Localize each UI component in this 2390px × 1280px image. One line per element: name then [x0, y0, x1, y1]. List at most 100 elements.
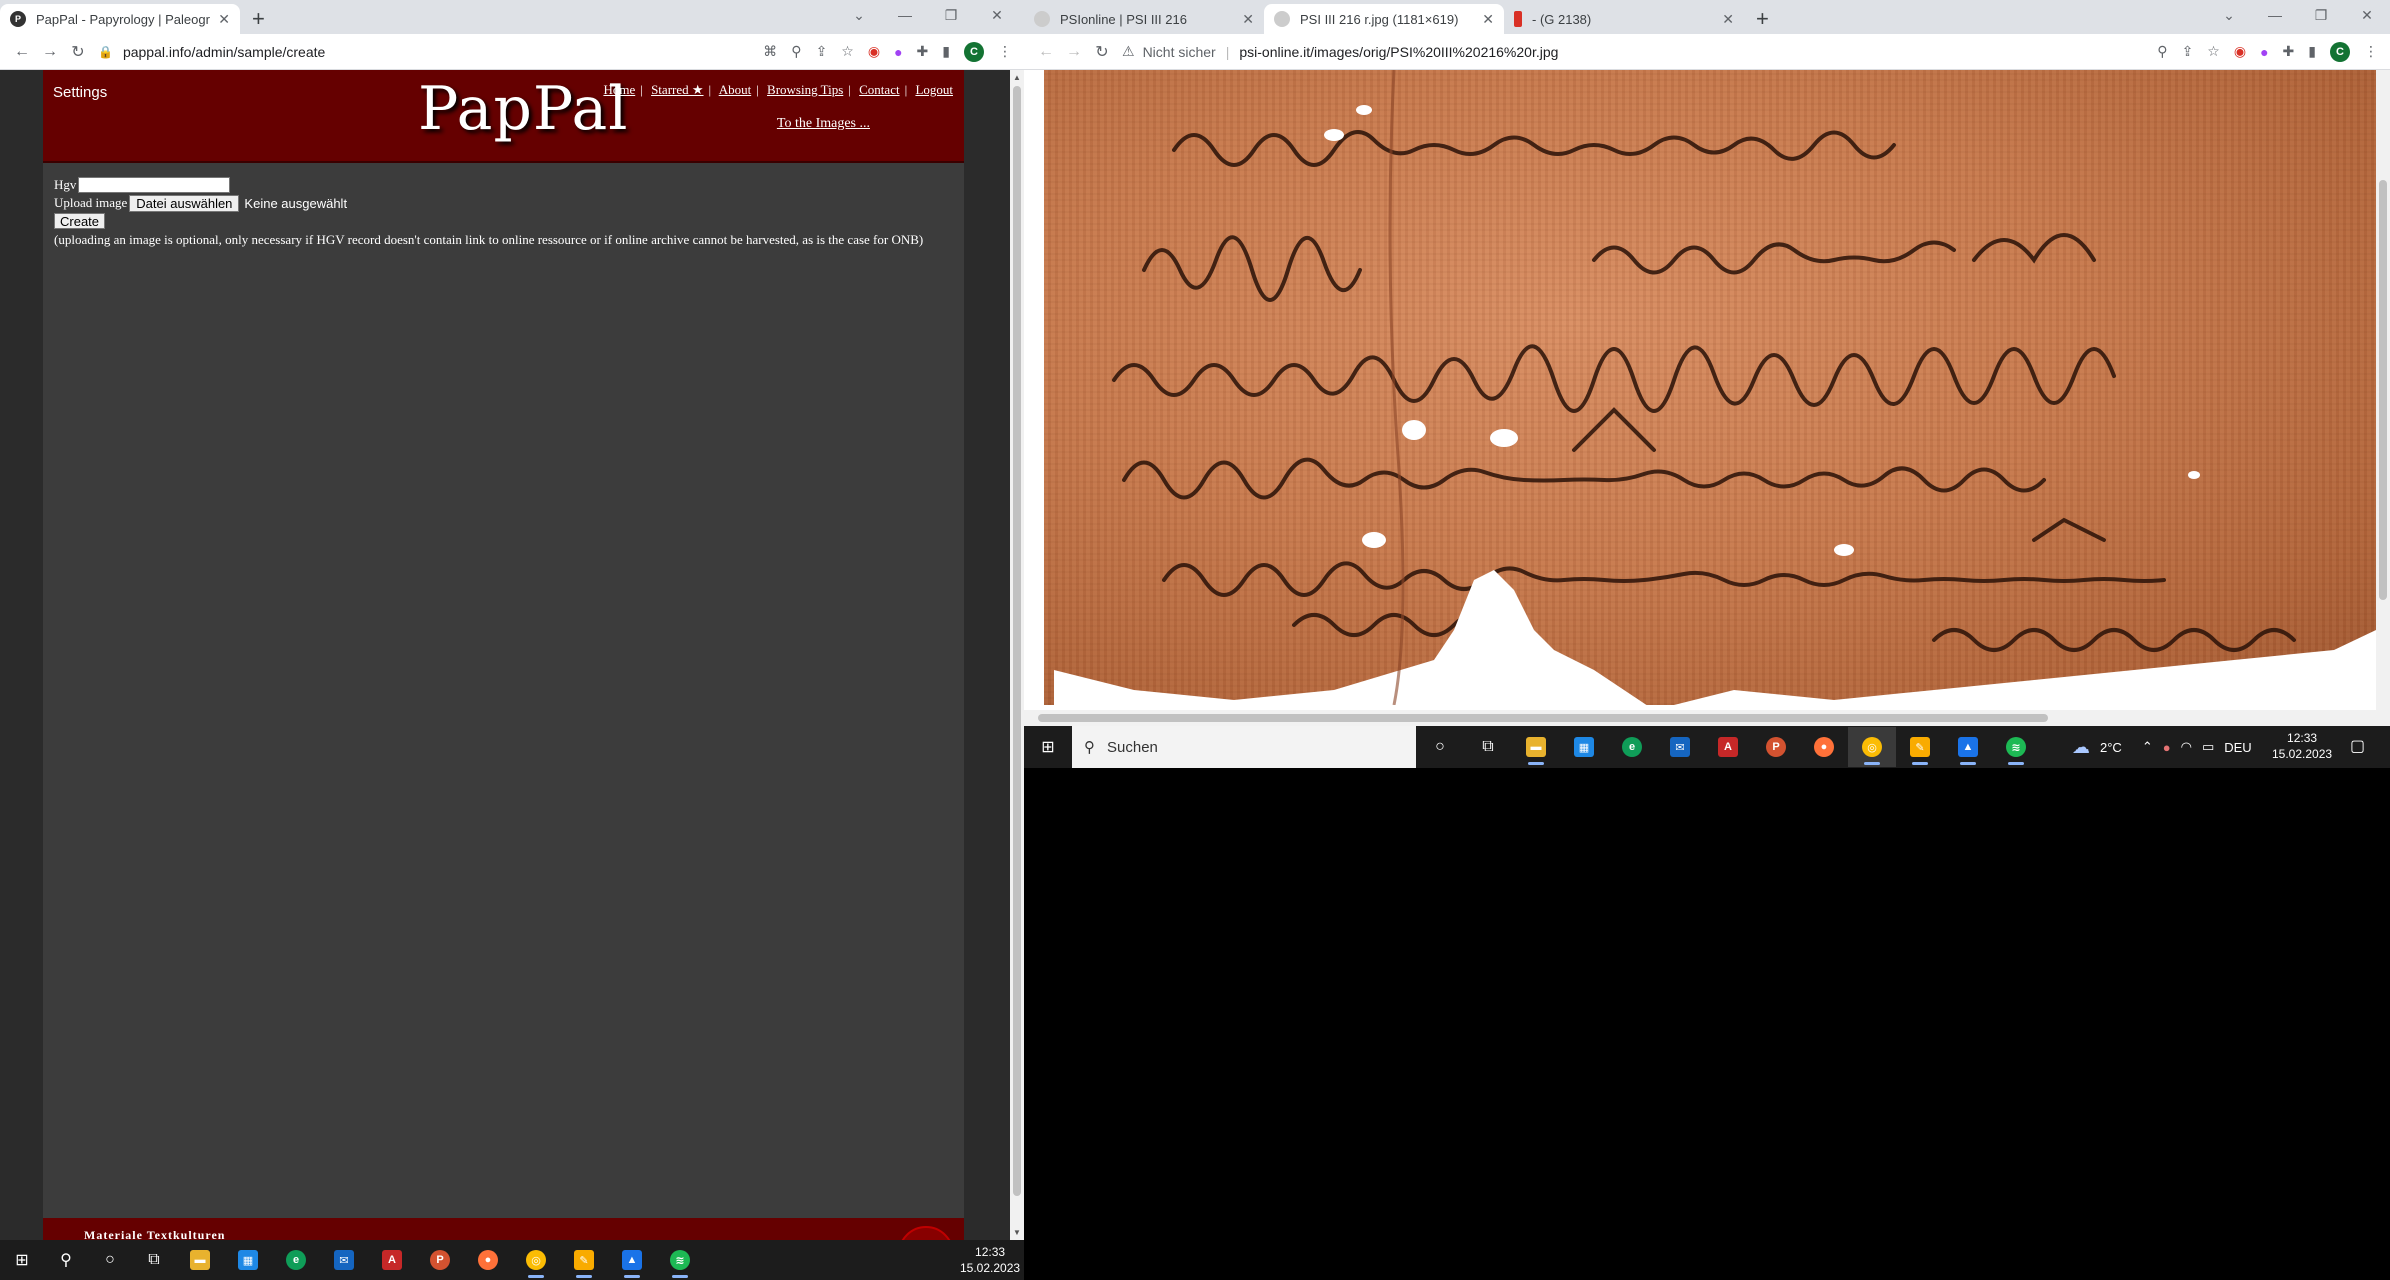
right-horizontal-scrollbar[interactable] [1024, 710, 2376, 726]
edge-icon[interactable]: e [272, 1240, 320, 1280]
nav-starred[interactable]: Starred ★ [651, 82, 703, 97]
scroll-thumb[interactable] [1038, 714, 2048, 722]
tab-psi-image[interactable]: PSI III 216 r.jpg (1181×619) ✕ [1264, 4, 1504, 34]
back-icon[interactable]: ← [8, 43, 36, 61]
photos-icon[interactable]: ▲ [608, 1240, 656, 1280]
extension-red-icon[interactable]: ◉ [2234, 43, 2246, 60]
nav-home[interactable]: Home [603, 82, 635, 97]
scroll-down-icon[interactable]: ▼ [1013, 1228, 1021, 1237]
minimize-button[interactable]: — [882, 7, 928, 23]
store-icon[interactable]: ▦ [1560, 727, 1608, 767]
close-tab-icon[interactable]: ✕ [1482, 11, 1494, 28]
extension-red-icon[interactable]: ◉ [868, 43, 880, 60]
right-vertical-scrollbar[interactable] [2376, 70, 2390, 726]
forward-icon[interactable]: → [1060, 43, 1088, 61]
scroll-up-icon[interactable]: ▲ [1013, 73, 1021, 82]
cortana-icon[interactable]: ○ [1416, 727, 1464, 767]
choose-file-button[interactable]: Datei auswählen [129, 194, 240, 212]
edge-icon[interactable]: e [1608, 727, 1656, 767]
left-vertical-scrollbar[interactable]: ▲ ▼ [1010, 70, 1024, 1240]
back-icon[interactable]: ← [1032, 43, 1060, 61]
battery-icon[interactable]: ▭ [2202, 739, 2214, 755]
share-icon[interactable]: ⇪ [2182, 43, 2194, 60]
profile-avatar[interactable]: C [2330, 41, 2350, 62]
restore-button[interactable]: ❐ [2298, 7, 2344, 24]
search-icon[interactable]: ⚲ [44, 1240, 88, 1280]
reload-icon[interactable]: ↻ [64, 42, 92, 62]
close-tab-icon[interactable]: ✕ [1242, 11, 1254, 28]
close-tab-icon[interactable]: ✕ [1722, 11, 1734, 28]
acrobat-icon[interactable]: A [368, 1240, 416, 1280]
windows-start-icon[interactable]: ⊞ [1024, 727, 1072, 767]
minimize-button[interactable]: — [2252, 7, 2298, 23]
weather-cloud-icon[interactable]: ☁ [2072, 737, 2090, 758]
menu-kebab-icon[interactable]: ⋮ [998, 43, 1012, 60]
mail-icon[interactable]: ✉ [320, 1240, 368, 1280]
to-images-link[interactable]: To the Images ... [777, 116, 870, 132]
file-explorer-icon[interactable]: ▬ [176, 1240, 224, 1280]
right-clock[interactable]: 12:33 15.02.2023 [2272, 730, 2332, 762]
language-indicator[interactable]: DEU [2224, 740, 2251, 755]
powerpoint-icon[interactable]: P [416, 1240, 464, 1280]
spotify-icon[interactable]: ≋ [656, 1240, 704, 1280]
task-view-icon[interactable]: ⧉ [132, 1240, 176, 1280]
tab-pappal[interactable]: P PapPal - Papyrology | Paleograph ✕ [0, 4, 240, 34]
firefox-icon[interactable]: ● [464, 1240, 512, 1280]
zoom-icon[interactable]: ⚲ [2157, 43, 2167, 60]
file-explorer-icon[interactable]: ▬ [1512, 727, 1560, 767]
extension-purple-icon[interactable]: ● [894, 44, 902, 60]
tab-psionline[interactable]: PSIonline | PSI III 216 ✕ [1024, 4, 1264, 34]
nav-about[interactable]: About [719, 82, 752, 97]
settings-link[interactable]: Settings [53, 84, 107, 101]
extension-purple-icon[interactable]: ● [2260, 44, 2268, 60]
photos-icon[interactable]: ▲ [1944, 727, 1992, 767]
translate-icon[interactable]: ⌘ [763, 43, 777, 60]
close-window-button[interactable]: ✕ [2344, 7, 2390, 24]
spotify-icon[interactable]: ≋ [1992, 727, 2040, 767]
side-panel-icon[interactable]: ▮ [2308, 43, 2316, 60]
firefox-icon[interactable]: ● [1800, 727, 1848, 767]
hgv-input[interactable] [78, 177, 231, 193]
bookmark-star-icon[interactable]: ☆ [2207, 43, 2220, 60]
nav-browsing-tips[interactable]: Browsing Tips [767, 82, 843, 97]
mail-icon[interactable]: ✉ [1656, 727, 1704, 767]
powerpoint-icon[interactable]: P [1752, 727, 1800, 767]
nav-logout[interactable]: Logout [915, 82, 953, 97]
notes-app-icon[interactable]: ✎ [1896, 727, 1944, 767]
extensions-puzzle-icon[interactable]: ✚ [2283, 43, 2295, 60]
left-clock[interactable]: 12:33 15.02.2023 [960, 1244, 1020, 1276]
chrome-icon[interactable]: ◎ [512, 1240, 560, 1280]
new-tab-button[interactable]: + [240, 4, 277, 34]
profile-avatar[interactable]: C [964, 41, 984, 62]
address-bar[interactable]: 🔒 pappal.info/admin/sample/create [92, 38, 763, 66]
store-icon[interactable]: ▦ [224, 1240, 272, 1280]
share-icon[interactable]: ⇪ [816, 43, 828, 60]
scroll-thumb[interactable] [2379, 180, 2387, 600]
forward-icon[interactable]: → [36, 43, 64, 61]
task-view-icon[interactable]: ⧉ [1464, 727, 1512, 767]
wifi-icon[interactable]: ◠ [2181, 739, 2192, 755]
scroll-thumb[interactable] [1013, 86, 1021, 1196]
tab-g2138[interactable]: - (G 2138) ✕ [1504, 4, 1744, 34]
acrobat-icon[interactable]: A [1704, 727, 1752, 767]
side-panel-icon[interactable]: ▮ [942, 43, 950, 60]
address-bar[interactable]: ⚠ Nicht sicher | psi-online.it/images/or… [1116, 38, 2157, 66]
new-tab-button[interactable]: + [1744, 4, 1781, 34]
menu-kebab-icon[interactable]: ⋮ [2364, 43, 2378, 60]
tab-search-icon[interactable]: ⌄ [836, 7, 882, 24]
reload-icon[interactable]: ↻ [1088, 42, 1116, 62]
notifications-icon[interactable]: ▢ [2350, 736, 2365, 756]
weather-temp[interactable]: 2°C [2100, 740, 2122, 755]
windows-start-icon[interactable]: ⊞ [0, 1240, 44, 1280]
chrome-icon[interactable]: ◎ [1848, 727, 1896, 767]
zoom-icon[interactable]: ⚲ [791, 43, 801, 60]
tab-search-icon[interactable]: ⌄ [2206, 7, 2252, 24]
tray-chevron-icon[interactable]: ⌃ [2142, 739, 2153, 755]
extensions-puzzle-icon[interactable]: ✚ [917, 43, 929, 60]
tray-app-icon[interactable]: ● [2163, 740, 2171, 755]
nav-contact[interactable]: Contact [859, 82, 899, 97]
restore-button[interactable]: ❐ [928, 7, 974, 24]
create-button[interactable]: Create [54, 213, 106, 229]
taskbar-search-box[interactable]: ⚲ Suchen [1072, 726, 1416, 768]
notes-app-icon[interactable]: ✎ [560, 1240, 608, 1280]
